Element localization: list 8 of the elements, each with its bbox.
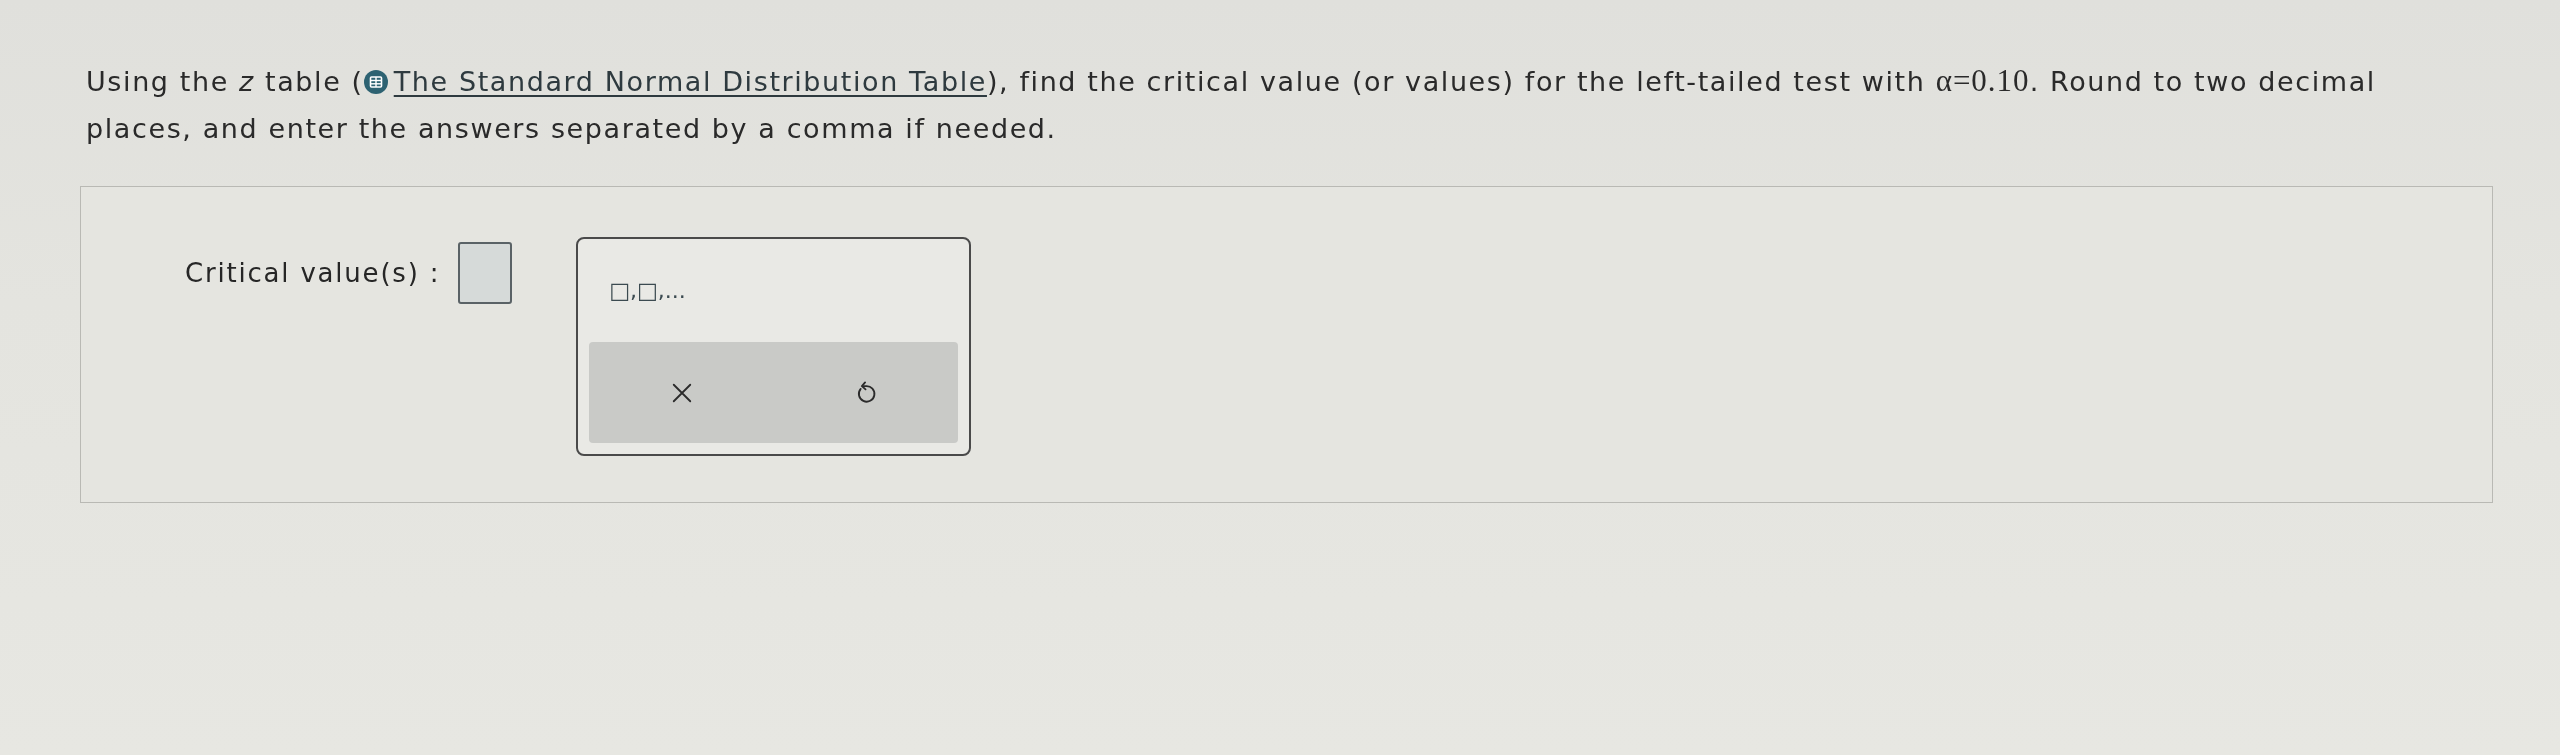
answer-field[interactable] <box>458 242 513 304</box>
close-icon <box>670 381 693 404</box>
answer-label: Critical value(s) : <box>185 258 441 288</box>
undo-icon <box>855 380 878 405</box>
table-link[interactable]: The Standard Normal Distribution Table <box>363 66 987 97</box>
question-text: Using the z table ( The Standard Normal Distribution Table), find the critical value (or values) for the left-tailed test with α=0.10. Round to two decimal places, and enter the answers separated by a comma if needed. <box>86 62 2377 146</box>
list-template-button[interactable]: □,□,... <box>609 278 686 303</box>
table-icon <box>363 70 388 94</box>
